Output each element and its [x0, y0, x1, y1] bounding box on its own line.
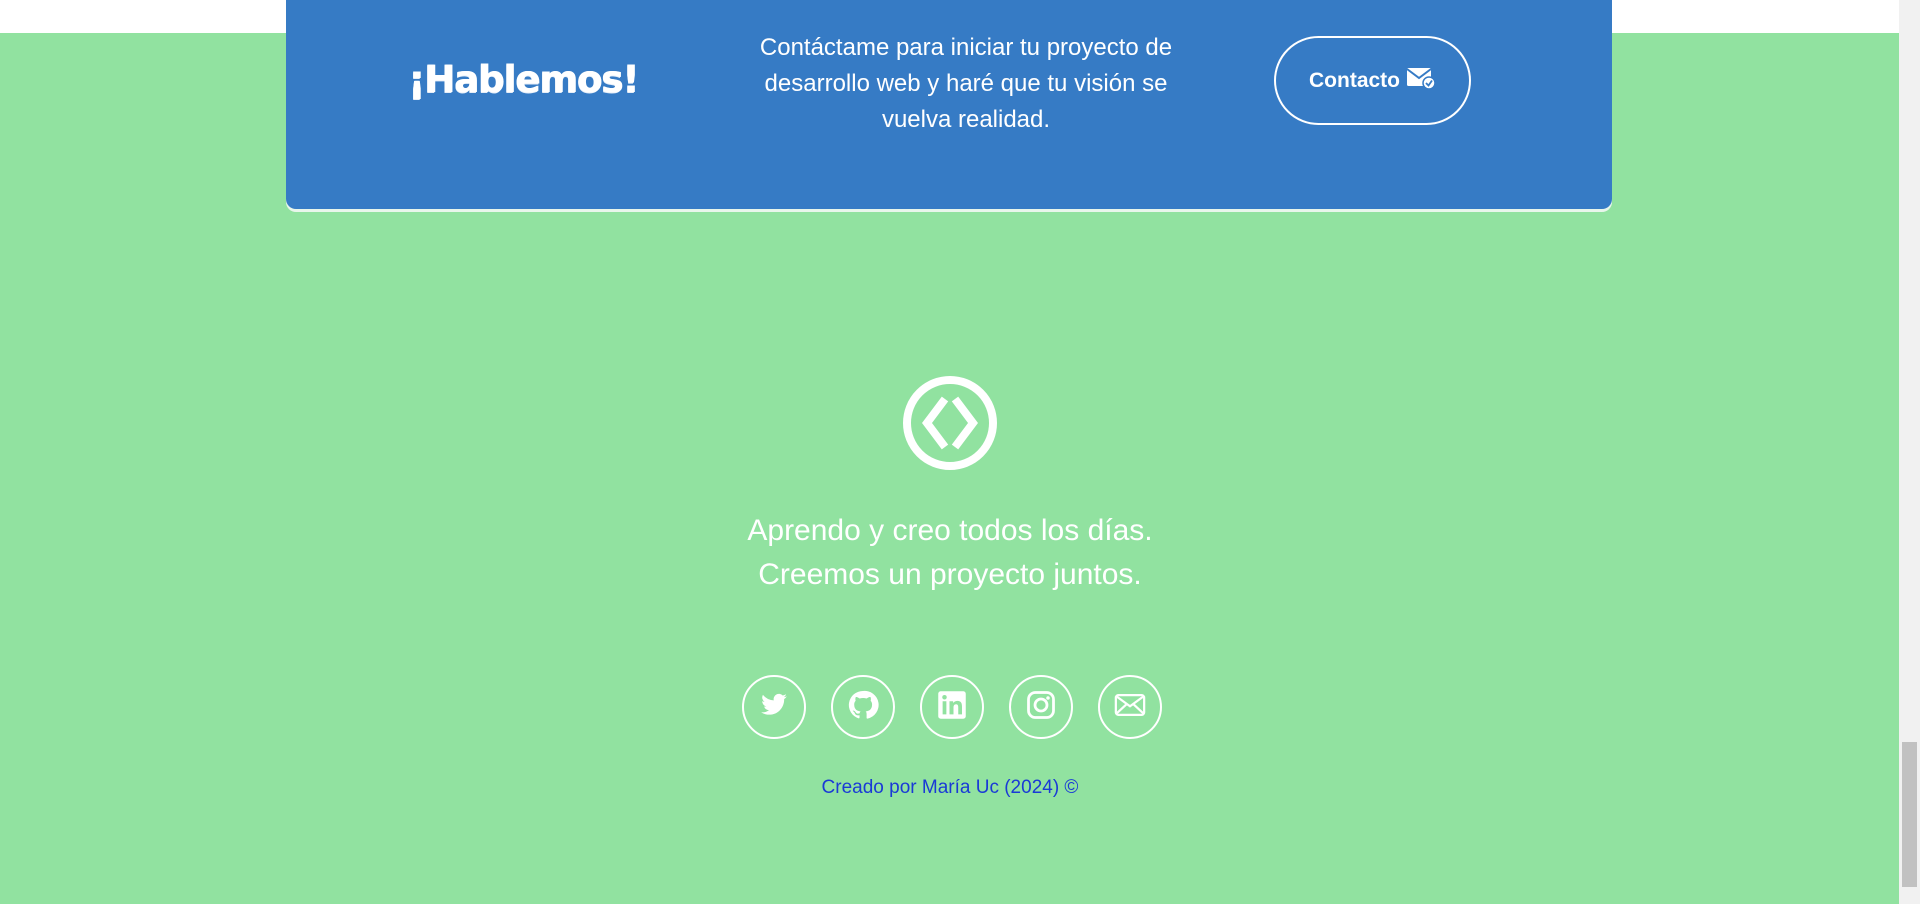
- instagram-link[interactable]: [1009, 675, 1073, 739]
- linkedin-icon: [937, 690, 967, 725]
- cta-title: ¡Hablemos!: [408, 58, 639, 101]
- instagram-icon: [1026, 690, 1056, 725]
- envelope-check-icon: [1406, 66, 1436, 96]
- github-link[interactable]: [831, 675, 895, 739]
- twitter-icon: [758, 691, 790, 724]
- footer-tagline: Aprendo y creo todos los días. Creemos u…: [650, 509, 1250, 597]
- social-links: [742, 675, 1162, 739]
- github-icon: [847, 689, 879, 726]
- contact-button[interactable]: Contacto: [1274, 36, 1471, 125]
- email-link[interactable]: [1098, 675, 1162, 739]
- contact-cta-section: ¡Hablemos! Contáctame para iniciar tu pr…: [286, 0, 1612, 209]
- tagline-line-2: Creemos un proyecto juntos.: [758, 558, 1142, 591]
- vertical-scrollbar[interactable]: [1899, 0, 1920, 904]
- linkedin-link[interactable]: [920, 675, 984, 739]
- email-icon: [1114, 692, 1146, 723]
- tagline-line-1: Aprendo y creo todos los días.: [747, 514, 1153, 547]
- scrollbar-thumb[interactable]: [1902, 742, 1917, 887]
- cta-description: Contáctame para iniciar tu proyecto de d…: [759, 34, 1173, 133]
- contact-button-label: Contacto: [1309, 68, 1400, 92]
- twitter-link[interactable]: [742, 675, 806, 739]
- page: ¡Hablemos! Contáctame para iniciar tu pr…: [0, 0, 1899, 904]
- code-brackets-icon: [902, 375, 998, 471]
- footer-credit: Creado por María Uc (2024) ©: [821, 777, 1079, 798]
